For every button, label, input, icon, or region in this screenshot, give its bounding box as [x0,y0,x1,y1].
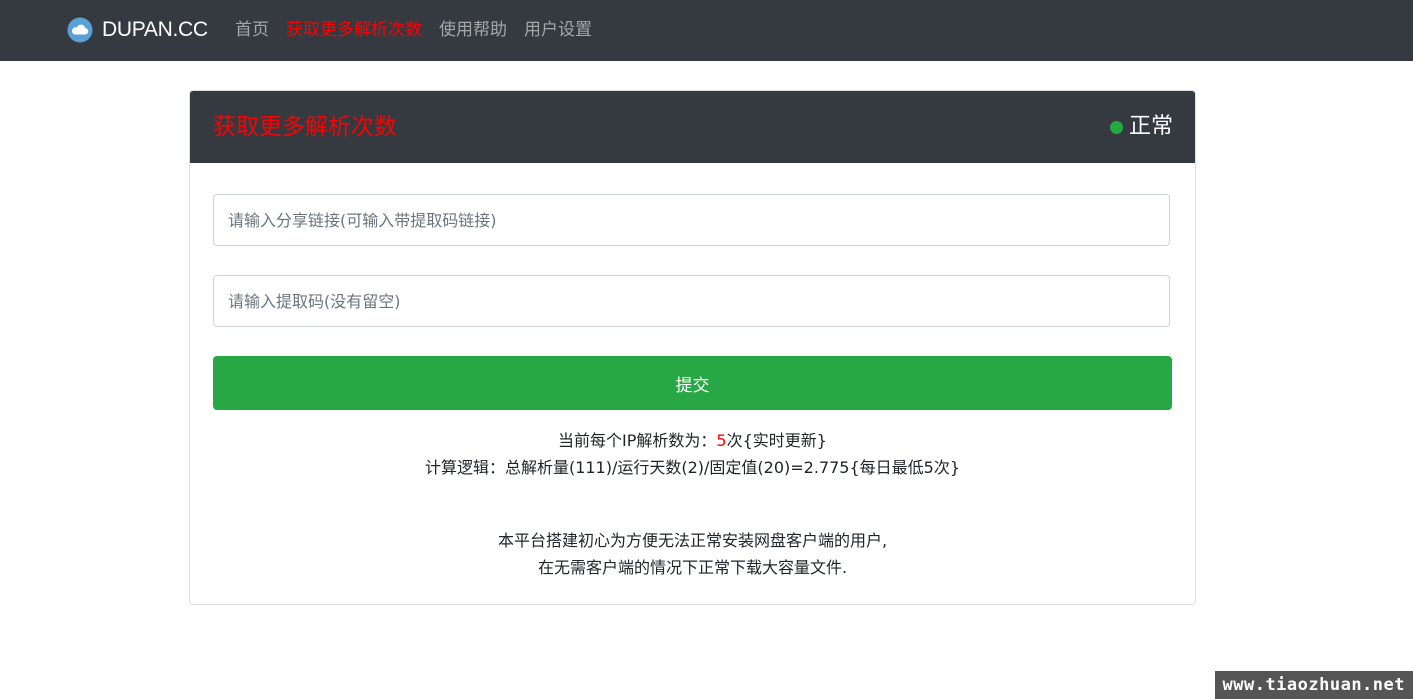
formula-text: 计算逻辑：总解析量(111)/运行天数(2)/固定值(20)=2.775{每日最… [424,458,961,477]
share-link-input[interactable] [213,194,1170,246]
card-title: 获取更多解析次数 [213,114,397,140]
nav-item-get-more-parses[interactable]: 获取更多解析次数 [286,16,422,44]
status-indicator: 正常 [1109,109,1173,145]
cloud-icon [67,17,93,43]
status-dot-icon [1109,120,1123,134]
status-label: 正常 [1128,114,1173,139]
quota-text: 当前每个IP解析数为：5次{实时更新} [190,427,1195,454]
submit-button[interactable]: 提交 [213,356,1172,410]
quota-suffix: 次{实时更新} [726,431,827,450]
brand-name: DUPAN.CC [102,18,208,41]
parse-card: 获取更多解析次数 正常 提交 当前每个IP解析数为：5次{实时更新} 计算逻辑：… [189,90,1196,605]
card-header: 获取更多解析次数 正常 [190,91,1195,163]
brand[interactable]: DUPAN.CC [67,16,208,44]
intro-line-2: 在无需客户端的情况下正常下载大容量文件. [537,558,848,577]
watermark: www.tiaozhuan.net [1214,671,1413,699]
quota-prefix: 当前每个IP解析数为： [558,431,717,450]
intro-line-1: 本平台搭建初心为方便无法正常安装网盘客户端的用户, [497,531,888,550]
extract-code-input[interactable] [213,275,1170,327]
nav-item-user-settings[interactable]: 用户设置 [524,16,592,44]
top-navbar: DUPAN.CC 首页 获取更多解析次数 使用帮助 用户设置 [0,0,1413,61]
quota-count: 5 [716,431,727,450]
nav-item-home[interactable]: 首页 [235,16,269,44]
nav-item-help[interactable]: 使用帮助 [439,16,507,44]
nav-links: 首页 获取更多解析次数 使用帮助 用户设置 [235,16,609,44]
